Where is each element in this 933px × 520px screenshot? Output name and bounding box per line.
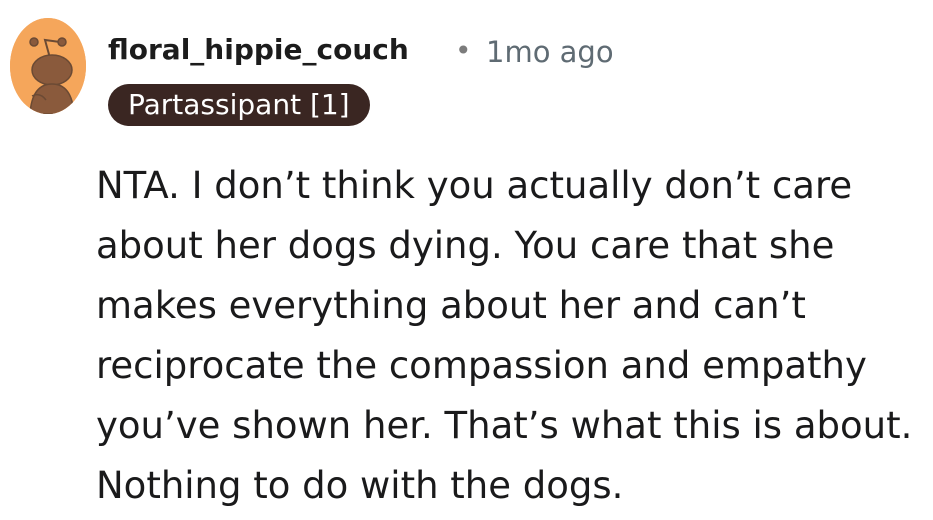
meta-separator: • — [455, 34, 472, 67]
comment-author[interactable]: floral_hippie_couch — [108, 30, 409, 70]
comment-body: NTA. I don’t think you actually don’t ca… — [96, 156, 926, 516]
comment-body-line: reciprocate the compassion and empathy — [96, 344, 867, 387]
comment: floral_hippie_couch • 1mo ago Partassipa… — [0, 0, 933, 520]
comment-body-line: you’ve shown her. That’s what this is ab… — [96, 404, 913, 447]
comment-body-line: Nothing to do with the dogs. — [96, 464, 624, 507]
user-avatar[interactable] — [10, 18, 86, 114]
comment-body-line: about her dogs dying. You care that she — [96, 224, 835, 267]
comment-body-line: makes everything about her and can’t — [96, 284, 806, 327]
comment-body-line: NTA. I don’t think you actually don’t ca… — [96, 164, 853, 207]
user-flair-badge: Partassipant [1] — [108, 84, 370, 126]
comment-timestamp[interactable]: 1mo ago — [486, 32, 614, 72]
snoo-avatar-icon — [10, 18, 86, 114]
